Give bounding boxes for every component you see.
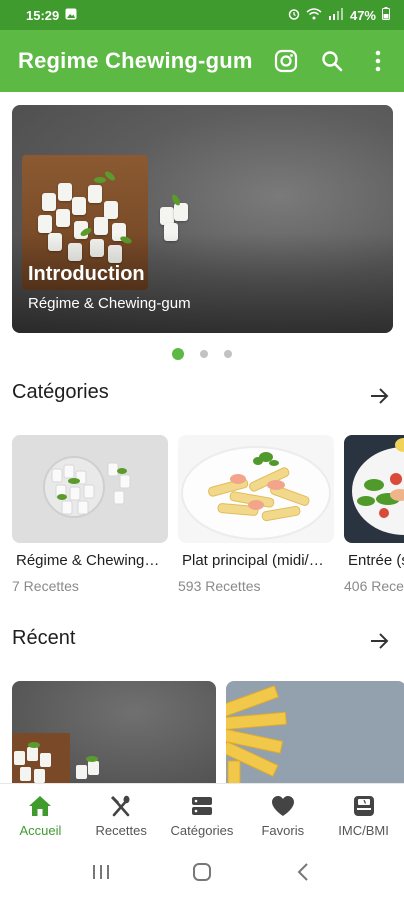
nav-item-imc-bmi[interactable]: IMC/BMI xyxy=(323,784,404,843)
more-vert-icon[interactable] xyxy=(366,49,390,73)
category-card[interactable]: Plat principal (midi/soir) 593 Recettes xyxy=(178,435,334,594)
alarm-icon xyxy=(288,8,300,23)
categories-heading: Catégories xyxy=(12,381,109,403)
categories-carousel[interactable]: Régime & Chewing-gum 7 Recettes Plat pri… xyxy=(12,435,404,605)
nav-label: Accueil xyxy=(19,823,62,838)
category-image xyxy=(178,435,334,543)
categories-see-all-arrow-icon[interactable] xyxy=(368,385,390,407)
category-card[interactable]: Régime & Chewing-gum 7 Recettes xyxy=(12,435,168,594)
signal-icon xyxy=(328,7,344,23)
back-icon[interactable] xyxy=(288,857,318,887)
system-navigation-bar xyxy=(0,843,404,900)
app-bar: Regime Chewing-gum xyxy=(0,30,404,92)
category-count: 406 Recettes xyxy=(344,578,404,594)
category-card[interactable]: Entrée (salade) 406 Recettes xyxy=(344,435,404,594)
carousel-dot-3[interactable] xyxy=(224,350,232,358)
screen: 15:29 47% Regime Chewing-gum Introductio… xyxy=(0,0,404,900)
utensils-icon xyxy=(109,794,133,818)
carousel-dot-1[interactable] xyxy=(172,348,184,360)
category-name: Plat principal (midi/soir) xyxy=(182,552,330,569)
recent-recipe-image xyxy=(12,733,99,783)
hero-subtitle: Régime & Chewing-gum xyxy=(28,295,191,312)
nav-label: Favoris xyxy=(261,823,305,838)
nav-item-favoris[interactable]: Favoris xyxy=(242,784,323,843)
category-count: 593 Recettes xyxy=(178,578,261,594)
category-name: Entrée (salade) xyxy=(348,552,404,569)
nav-item-accueil[interactable]: Accueil xyxy=(0,784,81,843)
hero-title: Introduction xyxy=(28,263,145,285)
carousel-indicator xyxy=(0,348,404,360)
nav-item-recettes[interactable]: Recettes xyxy=(81,784,162,843)
search-icon[interactable] xyxy=(320,49,344,73)
instagram-icon[interactable] xyxy=(274,49,298,73)
status-time: 15:29 xyxy=(26,7,60,23)
category-image xyxy=(344,435,404,543)
hero-slide-introduction[interactable]: Introduction Régime & Chewing-gum xyxy=(12,105,393,333)
recent-heading: Récent xyxy=(12,627,76,649)
heart-icon xyxy=(271,794,295,818)
carousel-dot-2[interactable] xyxy=(200,350,208,358)
recent-carousel[interactable] xyxy=(12,681,404,783)
battery-level: 47% xyxy=(349,7,376,23)
nav-label: Catégories xyxy=(170,823,234,838)
categories-icon xyxy=(190,794,214,818)
wifi-icon xyxy=(306,7,322,23)
recent-see-all-arrow-icon[interactable] xyxy=(368,630,390,652)
nav-label: Recettes xyxy=(95,823,147,838)
category-image xyxy=(12,435,168,543)
home-icon xyxy=(28,794,52,818)
recent-apps-icon[interactable] xyxy=(86,857,116,887)
category-name: Régime & Chewing-gum xyxy=(16,552,164,569)
category-count: 7 Recettes xyxy=(12,578,79,594)
recent-recipe-image xyxy=(226,685,287,783)
recent-recipe-card[interactable] xyxy=(226,681,404,783)
gallery-notification-icon xyxy=(65,8,77,23)
nav-item-categories[interactable]: Catégories xyxy=(162,784,243,843)
scale-icon xyxy=(352,794,376,818)
home-button-icon[interactable] xyxy=(187,857,217,887)
app-title: Regime Chewing-gum xyxy=(18,48,253,73)
bottom-navigation: Accueil Recettes Catégories Favoris IMC/… xyxy=(0,783,404,843)
nav-label: IMC/BMI xyxy=(338,823,389,838)
battery-icon xyxy=(382,7,390,23)
status-bar: 15:29 47% xyxy=(0,0,404,30)
recent-recipe-card[interactable] xyxy=(12,681,216,783)
